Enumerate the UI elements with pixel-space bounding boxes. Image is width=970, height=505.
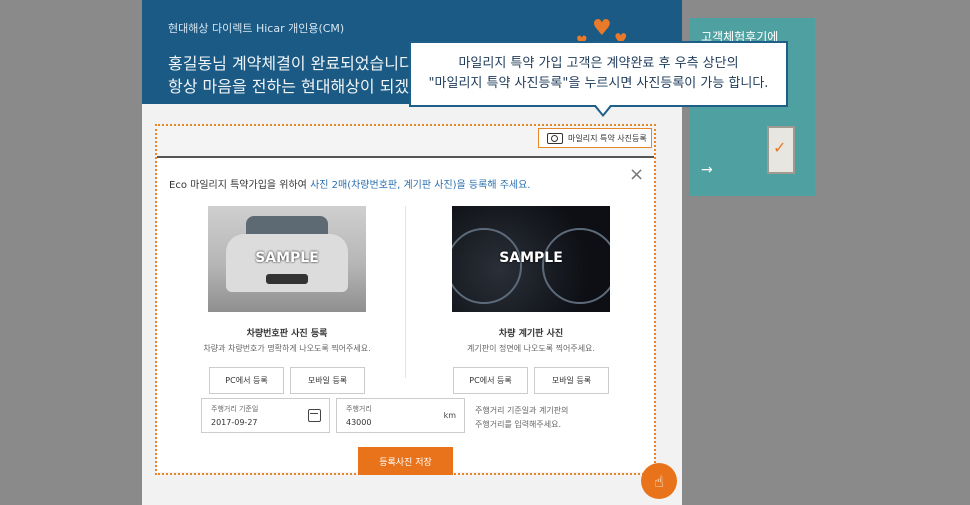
hero-message-line2: 항상 마음을 전하는 현대해상이 되겠습 [168, 77, 424, 96]
hand-pointer-icon[interactable]: ☝ [641, 463, 677, 499]
modal-title-highlight: 사진 2매(차량번호판, 계기판 사진)을 등록해 주세요. [310, 180, 531, 191]
camera-icon [547, 132, 563, 144]
dashboard-pc-upload-button[interactable]: PC에서 등록 [453, 367, 528, 394]
tooltip-line1: 마일리지 특약 가입 고객은 계약완료 후 우측 상단의 [458, 56, 739, 71]
dashboard-sample-image: SAMPLE [452, 206, 610, 312]
mileage-note: 주행거리 기준일과 계기판의 주행거리를 입력해주세요. [475, 404, 568, 432]
close-icon[interactable]: × [629, 165, 644, 185]
plate-mobile-upload-button[interactable]: 모바일 등록 [290, 367, 365, 394]
mileage-field[interactable]: 주행거리 43000 km [336, 398, 465, 433]
plate-photo-section: SAMPLE 차량번호판 사진 등록 차량과 차량번호가 명확하게 나오도록 찍… [177, 206, 397, 394]
arrow-right-icon[interactable]: → [701, 162, 713, 178]
mileage-date-label: 주행거리 기준일 [211, 405, 259, 413]
sample-watermark: SAMPLE [255, 250, 319, 266]
tooltip-line2: "마일리지 특약 사진등록"을 누르시면 사진등록이 가능 합니다. [428, 76, 769, 91]
plate-sample-image: SAMPLE [208, 206, 366, 312]
plate-heading: 차량번호판 사진 등록 [246, 329, 328, 339]
mileage-photo-register-button[interactable]: 마일리지 특약 사진등록 [538, 128, 652, 148]
calendar-icon[interactable] [308, 409, 321, 422]
mileage-date-field[interactable]: 주행거리 기준일 2017-09-27 [201, 398, 330, 433]
plate-description: 차량과 차량번호가 명확하게 나오도록 찍어주세요. [203, 344, 371, 353]
brand-label: 현대해상 다이렉트 Hicar 개인용(CM) [168, 22, 345, 35]
modal-title: Eco 마일리지 특약가입을 위하여 사진 2매(차량번호판, 계기판 사진)을… [169, 176, 530, 191]
dashboard-description: 계기판이 정면에 나오도록 찍어주세요. [467, 344, 595, 353]
plate-pc-upload-button[interactable]: PC에서 등록 [209, 367, 284, 394]
dashboard-mobile-upload-button[interactable]: 모바일 등록 [534, 367, 609, 394]
column-divider [405, 206, 406, 378]
mileage-note-line1: 주행거리 기준일과 계기판의 [475, 406, 569, 415]
hero-message-line1: 홍길동님 계약체결이 완료되었습니다. [168, 54, 419, 73]
modal-title-prefix: Eco 마일리지 특약가입을 위하여 [169, 180, 311, 191]
photo-register-modal: Eco 마일리지 특약가입을 위하여 사진 2매(차량번호판, 계기판 사진)을… [157, 156, 654, 475]
mileage-note-line2: 주행거리를 입력해주세요. [475, 420, 562, 429]
mileage-value[interactable]: 43000 [346, 418, 371, 427]
guide-tooltip: 마일리지 특약 가입 고객은 계약완료 후 우측 상단의 "마일리지 특약 사진… [409, 41, 788, 117]
photo-register-label: 마일리지 특약 사진등록 [568, 133, 647, 143]
mileage-unit: km [443, 411, 456, 420]
dashboard-heading: 차량 계기판 사진 [498, 329, 564, 339]
check-icon: ✓ [773, 138, 787, 157]
save-photos-button[interactable]: 등록사진 저장 [358, 447, 453, 475]
dashboard-photo-section: SAMPLE 차량 계기판 사진 계기판이 정면에 나오도록 찍어주세요. PC… [421, 206, 641, 394]
mileage-date-value[interactable]: 2017-09-27 [211, 418, 258, 427]
sample-watermark: SAMPLE [499, 250, 563, 266]
mileage-label: 주행거리 [346, 405, 372, 413]
